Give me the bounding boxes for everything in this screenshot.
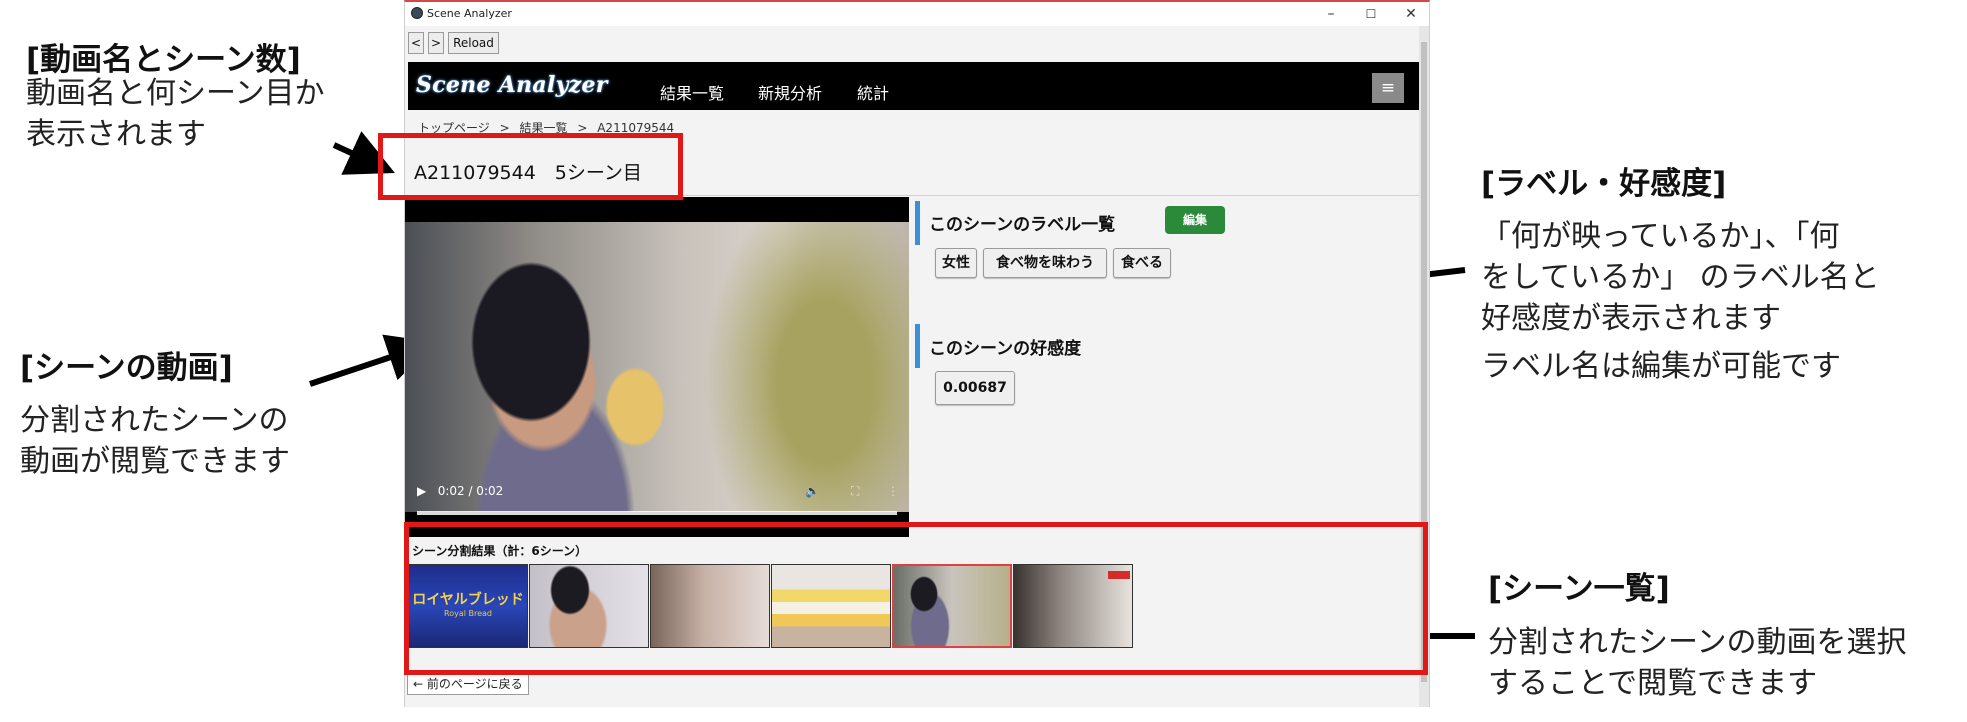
play-icon[interactable]: ▶	[417, 484, 426, 498]
video-progress-bar[interactable]	[417, 511, 897, 515]
minimize-button[interactable]: –	[1311, 4, 1351, 24]
score-section-title: このシーンの好感度	[929, 339, 1082, 359]
section-accent-bar	[915, 201, 920, 245]
back-nav-button[interactable]: <	[408, 32, 424, 54]
reload-button[interactable]: Reload	[448, 32, 499, 54]
title-bar: Scene Analyzer – ☐ ✕	[405, 2, 1429, 26]
highlight-scene-list-box	[404, 522, 1428, 675]
forward-nav-button[interactable]: >	[428, 32, 444, 54]
site-header: Scene Analyzer 結果一覧 新規分析 統計 ≡	[408, 62, 1420, 110]
video-time-row: ▶ 0:02 / 0:02	[417, 484, 503, 498]
fullscreen-icon[interactable]: ⛶	[851, 484, 859, 499]
window-title: Scene Analyzer	[427, 7, 512, 20]
video-time: 0:02 / 0:02	[437, 484, 504, 498]
label-chip: 食べる	[1113, 248, 1171, 278]
arrow-to-title	[332, 131, 395, 175]
maximize-button[interactable]: ☐	[1351, 4, 1391, 24]
label-chip: 食べ物を味わう	[983, 248, 1107, 278]
nav-stats[interactable]: 統計	[857, 80, 889, 104]
more-options-icon[interactable]: ⋮	[887, 484, 899, 498]
label-chip: 女性	[935, 248, 977, 278]
nav-new-analysis[interactable]: 新規分析	[758, 80, 822, 104]
volume-icon[interactable]: 🔈	[805, 484, 820, 498]
app-icon	[411, 7, 423, 19]
browser-toolbar: < > Reload	[405, 26, 1429, 60]
edit-labels-button[interactable]: 編集	[1165, 206, 1225, 234]
highlight-title-box	[378, 133, 683, 200]
labels-section-title: このシーンのラベル一覧	[929, 215, 1116, 235]
video-frame	[405, 222, 909, 512]
close-button[interactable]: ✕	[1391, 4, 1429, 24]
menu-icon[interactable]: ≡	[1372, 73, 1404, 103]
section-accent-bar	[915, 324, 920, 368]
nav-results[interactable]: 結果一覧	[660, 80, 724, 104]
score-value: 0.00687	[935, 371, 1015, 405]
site-logo[interactable]: Scene Analyzer	[416, 72, 608, 98]
video-player[interactable]: ▶ 0:02 / 0:02 🔈 ⛶ ⋮	[405, 197, 909, 537]
back-to-previous-button[interactable]: ← 前のページに戻る	[407, 673, 529, 695]
